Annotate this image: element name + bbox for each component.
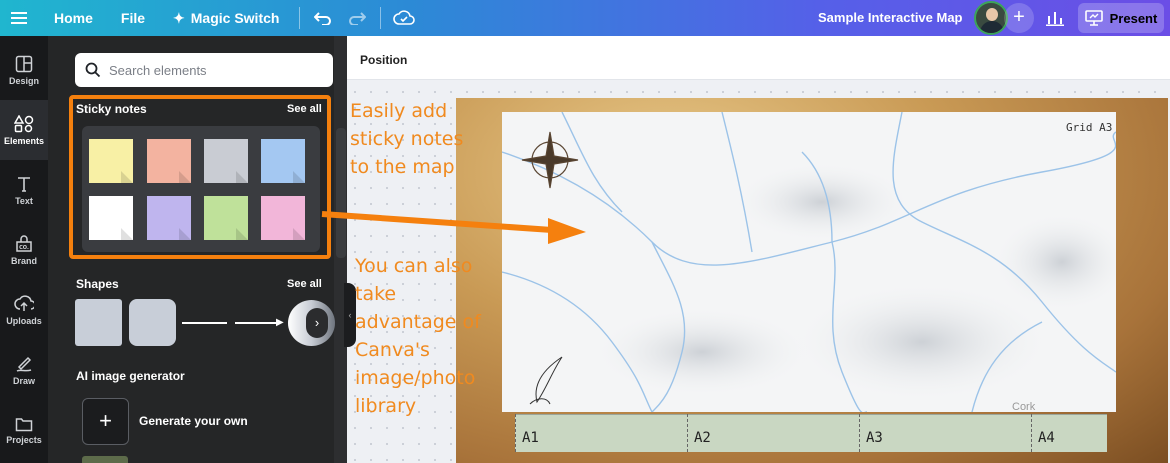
- annotation-image-library: You can also take advantage of Canva's i…: [355, 255, 481, 417]
- annotation-arrow: [321, 211, 586, 244]
- annotation-sticky-notes: Easily add sticky notes to the map: [350, 100, 464, 178]
